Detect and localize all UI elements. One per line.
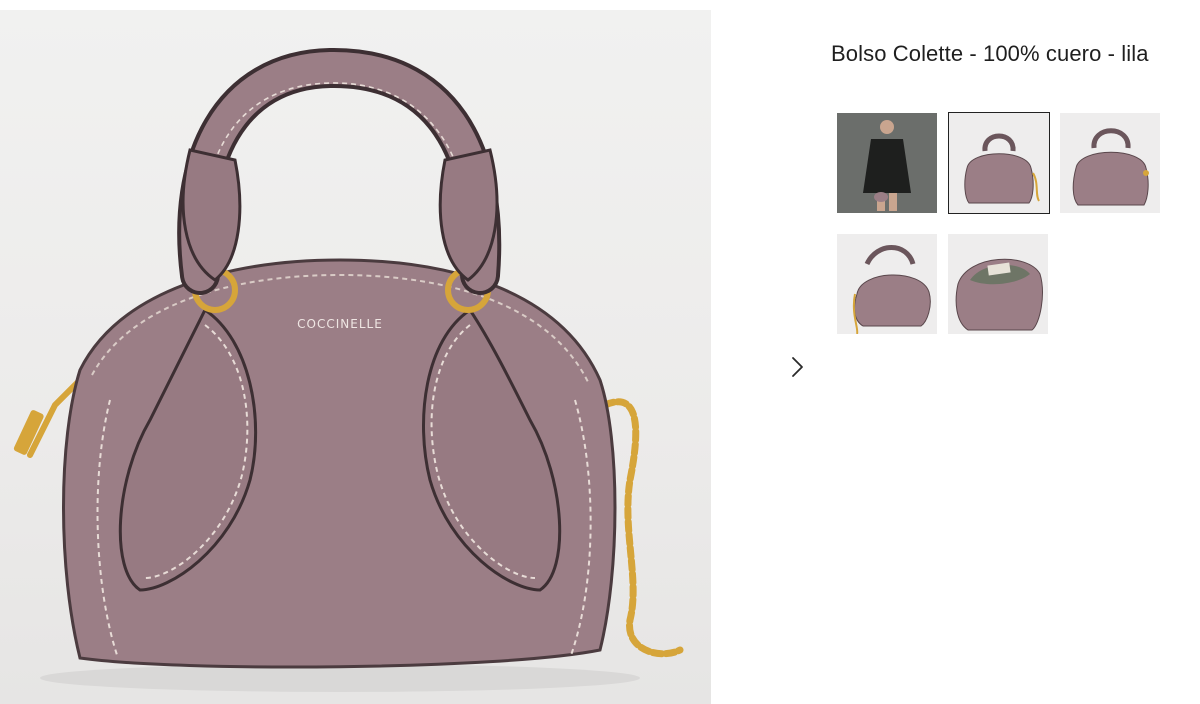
product-title: Bolso Colette - 100% cuero - lila [831, 41, 1149, 66]
product-gallery: COCCINELLE Bolso Colette - 100% cuero - … [0, 0, 1200, 704]
thumbnail-bag-front[interactable] [948, 112, 1050, 214]
thumbnail-model-wearing-bag[interactable] [837, 113, 937, 213]
thumbnail-bag-three-quarter[interactable] [1060, 113, 1160, 213]
bag-side-image [837, 234, 937, 334]
next-arrow-button[interactable] [786, 354, 808, 380]
model-image [837, 113, 937, 213]
thumbnail-bag-side[interactable] [837, 234, 937, 334]
bag-front-image [949, 113, 1049, 213]
bag-three-quarter-image [1060, 113, 1160, 213]
bag-open-image [948, 234, 1048, 334]
svg-text:COCCINELLE: COCCINELLE [297, 317, 383, 331]
main-product-image[interactable]: COCCINELLE [0, 10, 711, 704]
chevron-right-icon [792, 357, 803, 377]
thumbnail-bag-open[interactable] [948, 234, 1048, 334]
handbag-illustration: COCCINELLE [13, 47, 684, 692]
